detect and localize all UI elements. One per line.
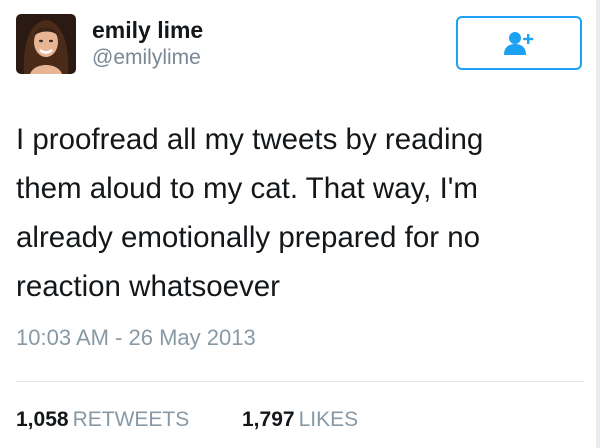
likes-label: LIKES <box>298 408 359 431</box>
screen-edge <box>596 0 600 448</box>
divider <box>16 381 584 382</box>
tweet-text: I proofread all my tweets by reading them… <box>16 115 576 311</box>
retweets-count: 1,058 <box>16 408 69 431</box>
avatar[interactable] <box>16 14 76 74</box>
tweet-header: emily lime @emilylime <box>16 14 584 76</box>
tweet-line: I proofread all my tweets by reading <box>16 123 484 156</box>
tweet-line: reaction whatsoever <box>16 270 281 303</box>
follow-button[interactable] <box>456 16 582 70</box>
likes-stat[interactable]: 1,797 LIKES <box>242 408 358 432</box>
tweet-timestamp[interactable]: 10:03 AM - 26 May 2013 <box>16 325 256 351</box>
retweets-label: RETWEETS <box>72 408 190 431</box>
likes-count: 1,797 <box>242 408 295 431</box>
retweets-stat[interactable]: 1,058 RETWEETS <box>16 408 189 432</box>
username-handle[interactable]: @emilylime <box>92 44 203 72</box>
follow-user-plus-icon <box>504 32 534 55</box>
tweet-line: already emotionally prepared for no <box>16 221 481 254</box>
avatar-image <box>16 14 76 74</box>
display-name[interactable]: emily lime <box>92 16 203 44</box>
tweet-line: them aloud to my cat. That way, I'm <box>16 172 478 205</box>
